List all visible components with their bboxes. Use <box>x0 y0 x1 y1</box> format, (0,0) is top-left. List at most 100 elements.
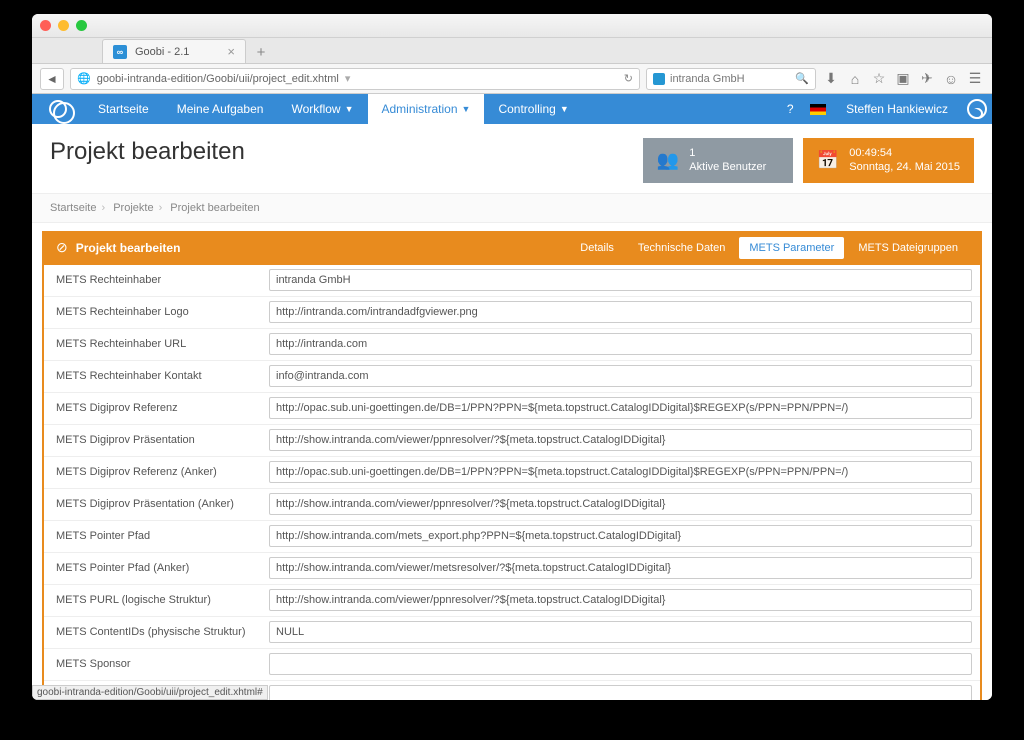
brand-icon[interactable] <box>962 94 992 124</box>
field-label: METS PURL (logische Struktur) <box>44 588 269 612</box>
field-label: METS Digiprov Präsentation (Anker) <box>44 492 269 516</box>
browser-toolbar: ◄ 🌐 goobi-intranda-edition/Goobi/uii/pro… <box>32 64 992 94</box>
field-input[interactable] <box>269 429 972 451</box>
close-tab-icon[interactable]: × <box>227 44 235 59</box>
form-row: METS Pointer Pfad (Anker) <box>44 553 980 585</box>
language-de[interactable] <box>804 94 832 124</box>
panel-title: Projekt bearbeiten <box>76 241 181 255</box>
back-button[interactable]: ◄ <box>40 68 64 90</box>
globe-icon: 🌐 <box>77 72 91 85</box>
status-bar: goobi-intranda-edition/Goobi/uii/project… <box>32 685 268 700</box>
breadcrumb: Startseite› Projekte› Projekt bearbeiten <box>32 193 992 223</box>
nav-workflow[interactable]: Workflow▼ <box>277 94 367 124</box>
flag-de-icon <box>810 104 826 115</box>
field-label: METS Pointer Pfad (Anker) <box>44 556 269 580</box>
field-input[interactable] <box>269 301 972 323</box>
crumb-current: Projekt bearbeiten <box>170 202 259 214</box>
field-input[interactable] <box>269 685 972 700</box>
tab-bar: ∞ Goobi - 2.1 × + <box>32 38 992 64</box>
form-row: METS Pointer Pfad <box>44 521 980 553</box>
form-row: METS Digiprov Präsentation (Anker) <box>44 489 980 521</box>
field-input[interactable] <box>269 589 972 611</box>
calendar-icon: 📅 <box>817 150 839 171</box>
tab-mets-parameter[interactable]: METS Parameter <box>739 237 844 259</box>
edit-panel: ⊘ Projekt bearbeiten Details Technische … <box>42 231 982 700</box>
page-header: Projekt bearbeiten 👥 1Aktive Benutzer 📅 … <box>32 124 992 193</box>
field-input[interactable] <box>269 269 972 291</box>
field-input[interactable] <box>269 365 972 387</box>
field-label: METS ContentIDs (physische Struktur) <box>44 620 269 644</box>
tab-mets-dateigruppen[interactable]: METS Dateigruppen <box>848 237 968 259</box>
field-label: METS Digiprov Referenz <box>44 396 269 420</box>
crumb-startseite[interactable]: Startseite <box>50 202 96 214</box>
smile-icon[interactable]: ☺ <box>942 71 960 87</box>
form-row: METS Sponsor <box>44 649 980 681</box>
url-text: goobi-intranda-edition/Goobi/uii/project… <box>97 73 339 85</box>
bookmark-icon[interactable]: ☆ <box>870 70 888 87</box>
field-label: METS Sponsor <box>44 652 269 676</box>
home-icon[interactable]: ⌂ <box>846 71 864 87</box>
field-label: METS Rechteinhaber Logo <box>44 300 269 324</box>
field-input[interactable] <box>269 333 972 355</box>
panel-header: ⊘ Projekt bearbeiten Details Technische … <box>44 231 980 265</box>
form-row: METS Digiprov Referenz (Anker) <box>44 457 980 489</box>
field-input[interactable] <box>269 557 972 579</box>
browser-tab[interactable]: ∞ Goobi - 2.1 × <box>102 39 246 63</box>
form-row: METS Rechteinhaber URL <box>44 329 980 361</box>
url-bar[interactable]: 🌐 goobi-intranda-edition/Goobi/uii/proje… <box>70 68 640 90</box>
form-row: METS Digiprov Präsentation <box>44 425 980 457</box>
form-row: METS Rechteinhaber Kontakt <box>44 361 980 393</box>
favicon-icon: ∞ <box>113 45 127 59</box>
search-bar[interactable]: intranda GmbH 🔍 <box>646 68 816 90</box>
info-datetime: 📅 00:49:54Sonntag, 24. Mai 2015 <box>803 138 974 183</box>
field-input[interactable] <box>269 525 972 547</box>
field-label: METS Digiprov Referenz (Anker) <box>44 460 269 484</box>
search-engine-icon <box>653 73 665 85</box>
maximize-window-icon[interactable] <box>76 20 87 31</box>
menu-icon[interactable]: ☰ <box>966 70 984 87</box>
chevron-down-icon: ▼ <box>462 104 471 114</box>
nav-meine-aufgaben[interactable]: Meine Aufgaben <box>163 94 278 124</box>
form-row: METS ContentIDs (physische Struktur) <box>44 617 980 649</box>
send-icon[interactable]: ✈ <box>918 70 936 87</box>
users-icon: 👥 <box>657 150 679 171</box>
dropdown-icon[interactable]: ▾ <box>345 72 351 85</box>
search-icon[interactable]: 🔍 <box>795 72 809 85</box>
field-label: METS Rechteinhaber Kontakt <box>44 364 269 388</box>
form-row: METS Rechteinhaber <box>44 265 980 297</box>
field-input[interactable] <box>269 621 972 643</box>
tab-technische-daten[interactable]: Technische Daten <box>628 237 735 259</box>
nav-startseite[interactable]: Startseite <box>84 94 163 124</box>
check-circle-icon: ⊘ <box>56 239 68 256</box>
page-title: Projekt bearbeiten <box>50 138 633 166</box>
form-row: METS Rechteinhaber Logo <box>44 297 980 329</box>
field-input[interactable] <box>269 397 972 419</box>
field-input[interactable] <box>269 493 972 515</box>
nav-administration[interactable]: Administration▼ <box>368 94 485 124</box>
reload-icon[interactable]: ↻ <box>624 72 633 85</box>
field-label: METS Rechteinhaber <box>44 268 269 292</box>
app-logo-icon[interactable] <box>32 94 84 124</box>
titlebar <box>32 14 992 38</box>
chevron-down-icon: ▼ <box>345 104 354 114</box>
crumb-projekte[interactable]: Projekte <box>113 202 153 214</box>
minimize-window-icon[interactable] <box>58 20 69 31</box>
field-label: METS Digiprov Präsentation <box>44 428 269 452</box>
info-active-users[interactable]: 👥 1Aktive Benutzer <box>643 138 793 183</box>
close-window-icon[interactable] <box>40 20 51 31</box>
user-menu[interactable]: Steffen Hankiewicz <box>832 94 962 124</box>
download-icon[interactable]: ⬇ <box>822 70 840 87</box>
tab-details[interactable]: Details <box>570 237 624 259</box>
help-button[interactable]: ? <box>776 94 804 124</box>
field-input[interactable] <box>269 461 972 483</box>
form-row: METS Digiprov Referenz <box>44 393 980 425</box>
field-label: METS Rechteinhaber URL <box>44 332 269 356</box>
new-tab-button[interactable]: + <box>250 41 272 63</box>
field-input[interactable] <box>269 653 972 675</box>
clipboard-icon[interactable]: ▣ <box>894 70 912 87</box>
form-fields: METS Rechteinhaber METS Rechteinhaber Log… <box>44 265 980 700</box>
page-content: Startseite Meine Aufgaben Workflow▼ Admi… <box>32 94 992 700</box>
browser-window: ∞ Goobi - 2.1 × + ◄ 🌐 goobi-intranda-edi… <box>32 14 992 700</box>
field-label: METS Pointer Pfad <box>44 524 269 548</box>
nav-controlling[interactable]: Controlling▼ <box>484 94 582 124</box>
